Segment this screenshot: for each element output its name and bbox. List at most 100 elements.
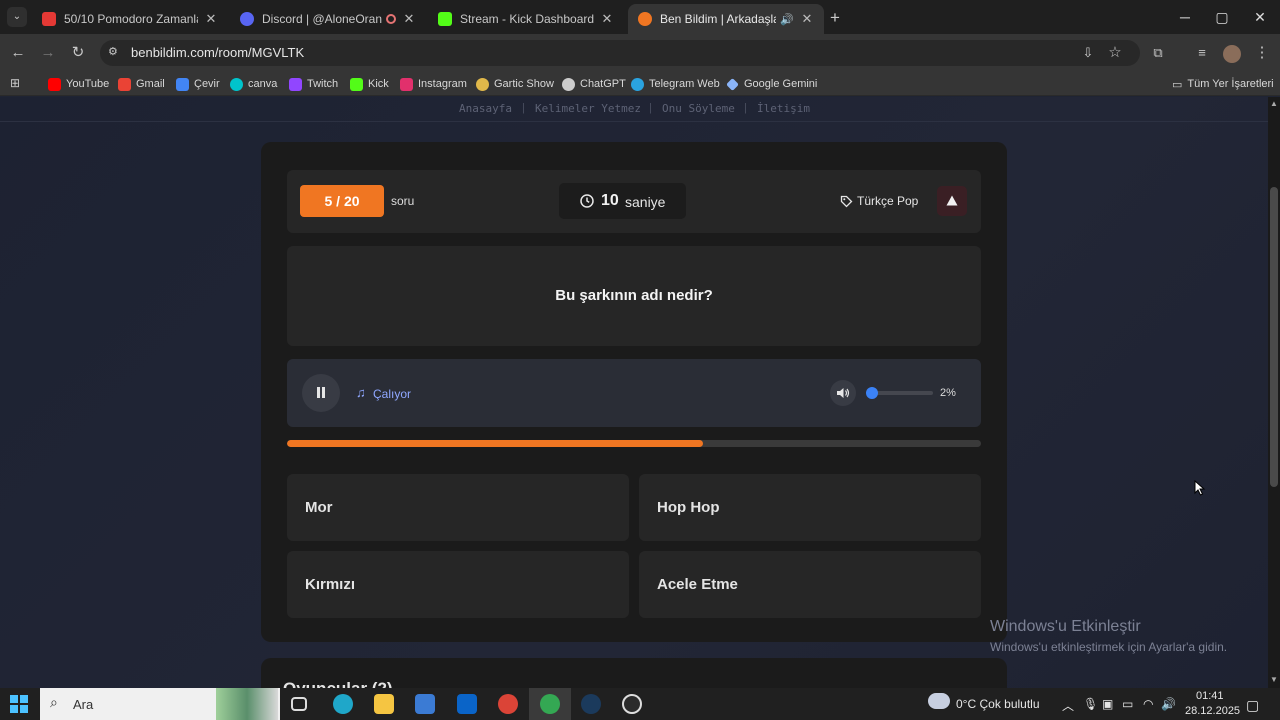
music-note-icon: ♫ <box>356 385 366 400</box>
tab-benbildim[interactable]: Ben Bildim | Arkadaşlarınla 🔊 ✕ <box>628 4 824 34</box>
clock-date[interactable]: 28.12.2025 <box>1185 705 1240 717</box>
answer-option-3[interactable]: Kırmızı <box>287 551 629 618</box>
answer-option-4[interactable]: Acele Etme <box>639 551 981 618</box>
tab-kick-dashboard[interactable]: Stream - Kick Dashboard ✕ <box>428 4 624 34</box>
menu-icon[interactable]: ⋮ <box>1251 42 1273 64</box>
star-icon[interactable]: ☆ <box>1104 42 1126 64</box>
scrollbar-thumb[interactable] <box>1270 187 1278 487</box>
bookmark-kick[interactable]: Kick <box>350 76 389 92</box>
question-counter-label: soru <box>391 194 415 208</box>
answer-option-2[interactable]: Hop Hop <box>639 474 981 541</box>
search-icon: ⌕ <box>50 694 58 710</box>
site-nav: Anasayfa | Kelimeler Yetmez | Onu Söylem… <box>0 97 1268 122</box>
report-button[interactable] <box>937 186 967 216</box>
close-icon[interactable]: ✕ <box>204 11 218 27</box>
extensions-icon[interactable]: ⧉ <box>1147 42 1169 64</box>
speaker-icon[interactable]: 🔊 <box>1161 697 1176 711</box>
install-app-icon[interactable]: ⇩ <box>1077 42 1099 64</box>
timer-unit: saniye <box>625 194 666 210</box>
bookmark-canva[interactable]: canva <box>230 76 277 92</box>
pause-icon <box>317 387 320 398</box>
bookmark-label: YouTube <box>66 78 110 90</box>
bookmark-twitch[interactable]: Twitch <box>289 76 338 92</box>
bookmark-youtube[interactable]: YouTube <box>48 76 109 92</box>
obs-icon[interactable] <box>622 694 642 714</box>
nav-separator: | <box>649 102 652 114</box>
bookmark-telegram[interactable]: Telegram Web <box>631 76 720 92</box>
window-close-icon[interactable]: ✕ <box>1248 6 1272 28</box>
close-icon[interactable]: ✕ <box>402 11 416 27</box>
question-text: Bu şarkının adı nedir? <box>555 287 713 304</box>
battery-icon[interactable]: ▭ <box>1122 697 1133 711</box>
back-icon[interactable]: ← <box>7 42 29 64</box>
youtube-icon <box>48 77 61 91</box>
clock-time[interactable]: 01:41 <box>1196 690 1224 702</box>
tab-title: 50/10 Pomodoro Zamanlayıcı - <box>64 12 198 26</box>
translate-icon <box>176 77 189 91</box>
bookmark-gemini[interactable]: Google Gemini <box>726 76 817 92</box>
maximize-icon[interactable]: ▢ <box>1210 6 1234 28</box>
volume-icon <box>837 388 850 398</box>
nav-iletisim[interactable]: İletişim <box>757 102 810 115</box>
new-tab-icon[interactable]: + <box>830 8 840 28</box>
windows-start-icon[interactable] <box>10 695 28 713</box>
tab-search-icon[interactable]: ⌄ <box>7 7 27 27</box>
notification-icon[interactable]: ▢ <box>1246 697 1259 714</box>
song-progress-fill <box>287 440 704 447</box>
tab-pomodoro[interactable]: 50/10 Pomodoro Zamanlayıcı - ✕ <box>32 4 228 34</box>
all-bookmarks[interactable]: ▭ Tüm Yer İşaretleri <box>1172 76 1274 92</box>
url-text[interactable]: benbildim.com/room/MGVLTK <box>131 45 304 60</box>
chrome-icon[interactable] <box>498 694 518 714</box>
wifi-icon[interactable]: ◠ <box>1143 697 1153 711</box>
bookmark-gartic-show[interactable]: Gartic Show <box>476 76 554 92</box>
bookmark-gmail[interactable]: Gmail <box>118 76 165 92</box>
media-control-icon[interactable]: ≡ <box>1191 42 1213 64</box>
bookmark-chatgpt[interactable]: ChatGPT <box>562 76 626 92</box>
minimize-icon[interactable]: ─ <box>1173 6 1197 28</box>
song-progress <box>287 440 981 447</box>
edge-icon[interactable] <box>333 694 353 714</box>
bookmark-instagram[interactable]: Instagram <box>400 76 467 92</box>
search-highlight-image <box>216 688 278 720</box>
folder-icon: ▭ <box>1172 78 1183 91</box>
chrome-icon[interactable] <box>540 694 560 714</box>
reload-icon[interactable]: ↻ <box>67 42 89 64</box>
kick-icon <box>438 12 452 26</box>
volume-slider[interactable] <box>866 387 933 399</box>
store-icon[interactable] <box>415 694 435 714</box>
task-view-icon[interactable] <box>291 697 307 711</box>
recording-icon <box>386 14 396 24</box>
microphone-icon[interactable]: 🎙 <box>1083 697 1098 711</box>
file-explorer-icon[interactable] <box>374 694 394 714</box>
avatar[interactable] <box>1223 45 1241 63</box>
gemini-icon <box>726 77 739 91</box>
site-info-icon[interactable]: ⚙ <box>108 45 122 59</box>
clock-icon <box>580 194 594 208</box>
activation-title: Windows'u Etkinleştir <box>990 618 1141 635</box>
steam-icon[interactable] <box>581 694 601 714</box>
nav-separator: | <box>744 102 747 114</box>
nav-onu-soyleme[interactable]: Onu Söyleme <box>662 102 735 115</box>
close-icon[interactable]: ✕ <box>600 11 614 27</box>
outlook-icon[interactable] <box>457 694 477 714</box>
display-icon[interactable]: ▣ <box>1102 697 1113 711</box>
forward-icon[interactable]: → <box>37 42 59 64</box>
tab-discord[interactable]: Discord | @AloneOrange37 ✕ <box>230 4 426 34</box>
close-icon[interactable]: ✕ <box>800 11 814 27</box>
bookmark-cevir[interactable]: Çevir <box>176 76 220 92</box>
chevron-up-icon[interactable]: ︿ <box>1062 697 1074 714</box>
scroll-up-icon[interactable]: ▲ <box>1270 99 1278 108</box>
volume-button[interactable] <box>830 380 856 406</box>
nav-kelimeler-yetmez[interactable]: Kelimeler Yetmez <box>535 102 641 115</box>
weather-text[interactable]: 0°C Çok bulutlu <box>956 697 1040 711</box>
telegram-icon <box>631 77 644 91</box>
speaker-icon[interactable]: 🔊 <box>780 13 794 26</box>
nav-home[interactable]: Anasayfa <box>459 102 512 115</box>
apps-icon[interactable]: ⊞ <box>10 77 23 90</box>
scroll-down-icon[interactable]: ▼ <box>1270 675 1278 684</box>
answer-option-1[interactable]: Mor <box>287 474 629 541</box>
scrollbar[interactable]: ▲ ▼ <box>1268 97 1280 688</box>
genre-label: Türkçe Pop <box>857 194 919 208</box>
bookmark-label: canva <box>248 78 278 90</box>
pause-button[interactable] <box>302 374 340 412</box>
